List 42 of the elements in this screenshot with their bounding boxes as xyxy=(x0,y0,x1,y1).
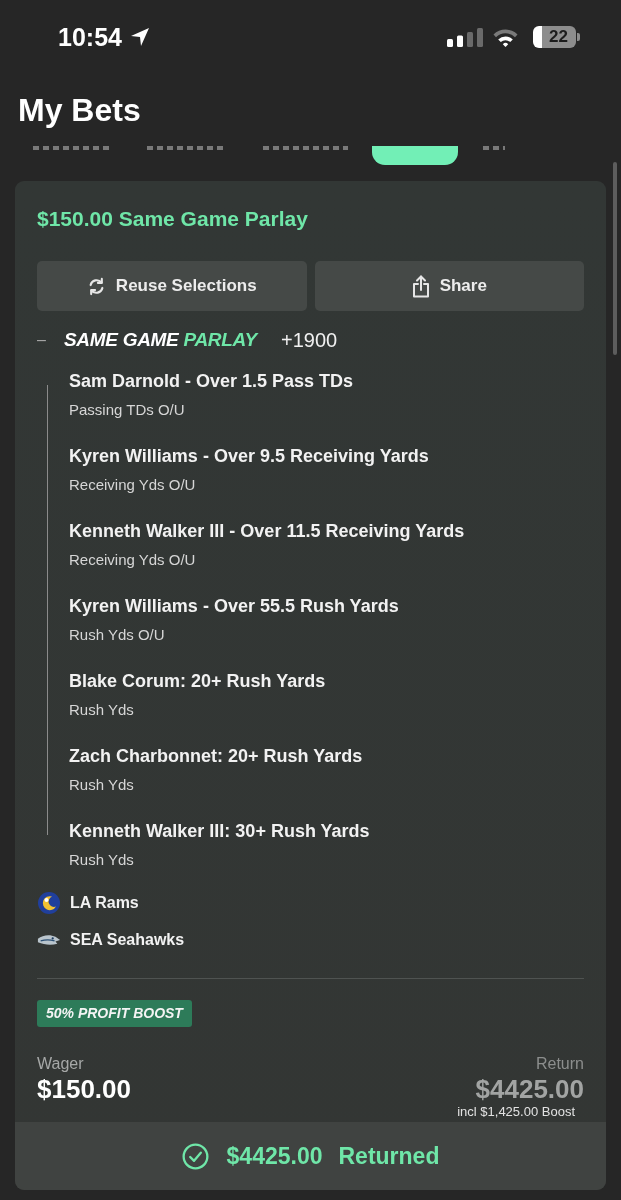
parlay-logo: SAME GAME PARLAY xyxy=(64,328,257,352)
bird-head-icon xyxy=(37,933,61,947)
battery-indicator: 22 xyxy=(533,26,580,48)
leg-selection: Blake Corum: 20+ Rush Yards xyxy=(69,670,327,692)
leg-market: Receiving Yds O/U xyxy=(69,475,197,495)
signal-icon xyxy=(447,27,484,47)
wager-label: Wager xyxy=(37,1054,85,1074)
leg-selection: Kyren Williams - Over 9.5 Receiving Yards xyxy=(69,445,430,467)
leg-selection: Zach Charbonnet: 20+ Rush Yards xyxy=(69,745,364,767)
returned-amount: $4425.00 xyxy=(226,1142,323,1170)
share-button[interactable]: Share xyxy=(314,261,584,311)
location-arrow-icon xyxy=(129,27,150,47)
status-time: 10:54 xyxy=(58,22,122,52)
leg-selection: Kyren Williams - Over 55.5 Rush Yards xyxy=(69,595,400,617)
collapse-toggle[interactable]: – xyxy=(37,328,46,352)
wifi-icon xyxy=(493,27,518,47)
leg-market: Rush Yds O/U xyxy=(69,625,166,645)
scrollbar[interactable] xyxy=(613,162,617,355)
leg-market: Rush Yds xyxy=(69,775,135,795)
crescent-logo-icon xyxy=(37,891,61,915)
leg-market: Passing TDs O/U xyxy=(69,400,186,420)
return-amount: $4425.00 xyxy=(475,1074,584,1104)
parlay-odds: +1900 xyxy=(280,328,338,352)
share-icon xyxy=(411,274,430,298)
wager-amount: $150.00 xyxy=(37,1074,131,1104)
boost-badge: 50% PROFIT BOOST xyxy=(37,1000,192,1027)
leg-market: Receiving Yds O/U xyxy=(69,550,197,570)
page-title: My Bets xyxy=(17,91,142,128)
leg-market: Rush Yds xyxy=(69,850,135,870)
return-label: Return xyxy=(535,1054,584,1074)
leg-selection: Sam Darnold - Over 1.5 Pass TDs xyxy=(69,370,355,392)
leg-market: Rush Yds xyxy=(69,700,135,720)
leg-selection: Kenneth Walker III: 30+ Rush Yards xyxy=(69,820,371,842)
tab[interactable] xyxy=(372,146,458,165)
leg-selection: Kenneth Walker III - Over 11.5 Receiving Yards xyxy=(69,520,466,542)
returned-status: Returned xyxy=(338,1142,440,1170)
bet-title: $150.00 Same Game Parlay xyxy=(37,207,309,231)
team-name: SEA Seahawks xyxy=(70,930,185,950)
reuse-button[interactable]: Reuse Selections xyxy=(37,261,307,311)
team-name: LA Rams xyxy=(70,893,139,913)
check-circle-icon xyxy=(181,1142,209,1170)
boost-note: incl $1,425.00 Boost xyxy=(457,1104,576,1120)
